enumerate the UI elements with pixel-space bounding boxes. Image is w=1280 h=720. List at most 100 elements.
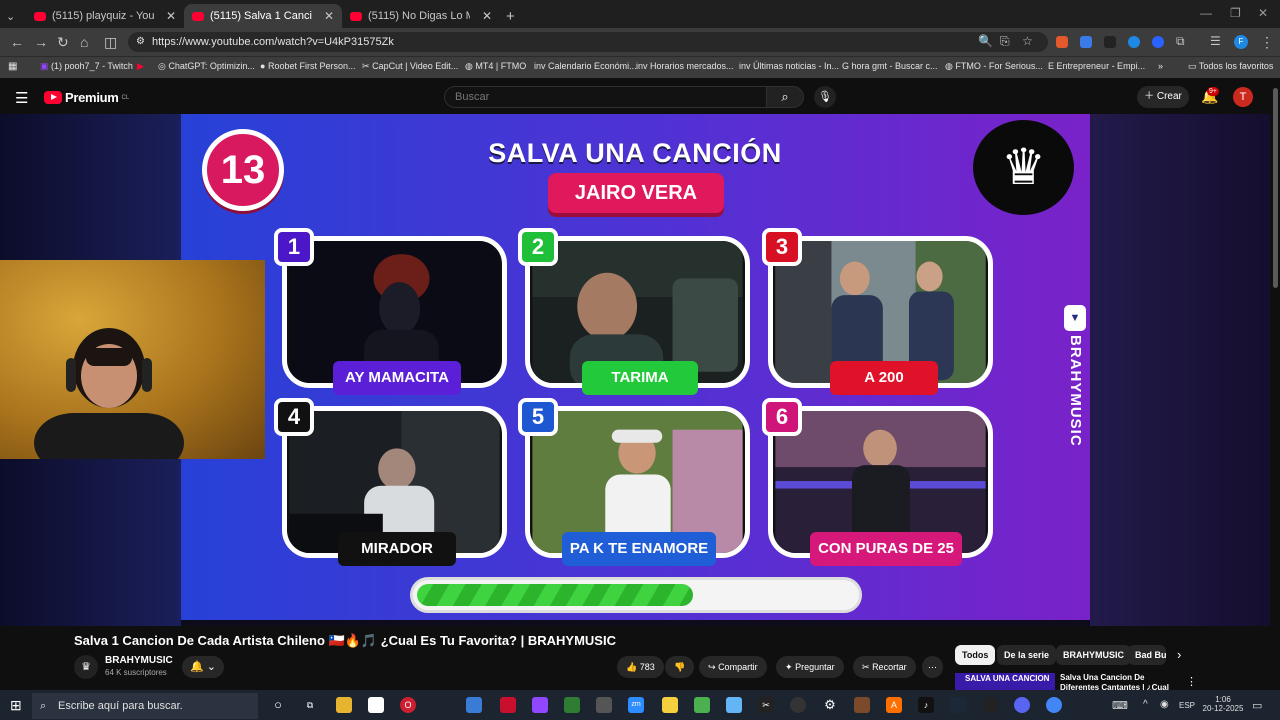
menu-kebab-icon[interactable]: ⋮ bbox=[1260, 34, 1274, 51]
extensions-puzzle-icon[interactable]: ⧉ bbox=[1176, 34, 1185, 49]
bookmark-item[interactable]: ◍ MT4 | FTMO bbox=[465, 61, 526, 72]
chevron-right-icon[interactable]: › bbox=[1177, 647, 1181, 662]
chrome-icon[interactable] bbox=[1046, 697, 1062, 713]
bookmark-item[interactable]: inv Horarios mercados... bbox=[636, 61, 734, 71]
translate-extension-icon[interactable] bbox=[1080, 36, 1092, 48]
close-tab-icon[interactable]: ✕ bbox=[166, 9, 176, 23]
voice-search-button[interactable]: 🎙 bbox=[814, 86, 836, 108]
zoom-app-icon[interactable]: zm bbox=[628, 697, 644, 713]
app-icon[interactable] bbox=[596, 697, 612, 713]
notepad-icon[interactable] bbox=[368, 697, 384, 713]
capcut-icon[interactable]: ✂ bbox=[758, 697, 774, 713]
app-icon[interactable] bbox=[726, 697, 742, 713]
minecraft-icon[interactable] bbox=[694, 697, 710, 713]
account-avatar[interactable]: T bbox=[1233, 87, 1253, 107]
maximize-icon[interactable]: ❐ bbox=[1230, 6, 1241, 20]
chip-de-la-serie[interactable]: De la serie bbox=[997, 645, 1057, 665]
youtube-premium-logo[interactable]: Premium CL bbox=[44, 90, 129, 105]
minimize-icon[interactable]: — bbox=[1200, 6, 1212, 20]
sticky-notes-icon[interactable] bbox=[662, 697, 678, 713]
more-vertical-icon[interactable]: ⋮ bbox=[1186, 675, 1197, 688]
search-button[interactable]: ⌕ bbox=[766, 86, 804, 108]
all-bookmarks-folder[interactable]: ▭ Todos los favoritos bbox=[1188, 61, 1273, 72]
install-icon[interactable]: ⎘ bbox=[1000, 34, 1010, 49]
ask-button[interactable]: ✦ Preguntar bbox=[776, 656, 844, 678]
twitch-icon[interactable] bbox=[532, 697, 548, 713]
tray-overflow-icon[interactable]: ^ bbox=[1143, 699, 1148, 710]
back-icon[interactable]: ← bbox=[10, 34, 24, 50]
bookmark-item[interactable]: ◍ FTMO - For Serious... bbox=[945, 61, 1043, 72]
input-language[interactable]: ESP bbox=[1179, 701, 1195, 710]
apps-grid-icon[interactable]: ▦ bbox=[8, 61, 17, 72]
search-input[interactable]: Buscar bbox=[444, 86, 766, 108]
tab-no-digas[interactable]: (5115) No Digas Lo Mismo Que Yo ✕ bbox=[342, 4, 500, 28]
file-explorer-icon[interactable] bbox=[336, 697, 352, 713]
split-view-icon[interactable]: ◫ bbox=[104, 34, 117, 51]
chip-brahymusic[interactable]: BRAHYMUSIC bbox=[1056, 645, 1132, 665]
more-actions-button[interactable]: ⋯ bbox=[922, 656, 943, 678]
reading-list-icon[interactable]: ☰ bbox=[1210, 34, 1221, 48]
scrollbar-thumb[interactable] bbox=[1273, 88, 1278, 288]
related-video-item[interactable]: SALVA UNA CANCION Salva Una Cancion De D… bbox=[955, 673, 1170, 690]
app-icon[interactable] bbox=[982, 697, 998, 713]
windows-start-icon[interactable]: ⊞ bbox=[10, 697, 22, 714]
chip-todos[interactable]: Todos bbox=[955, 645, 996, 665]
extension-icon[interactable] bbox=[1128, 36, 1140, 48]
discord-icon[interactable] bbox=[1014, 697, 1030, 713]
like-button[interactable]: 👍 783 bbox=[617, 656, 664, 678]
keyboard-icon[interactable]: ⌨ bbox=[1112, 699, 1128, 712]
opera-icon[interactable]: O bbox=[400, 697, 416, 713]
app-icon[interactable] bbox=[854, 697, 870, 713]
zoom-icon[interactable]: 🔍 bbox=[978, 34, 993, 48]
extension-icon[interactable] bbox=[1152, 36, 1164, 48]
create-button[interactable]: ＋ Crear bbox=[1137, 86, 1189, 108]
channel-avatar[interactable]: ♛ bbox=[74, 655, 98, 679]
copilot-icon[interactable] bbox=[466, 697, 482, 713]
settings-gear-icon[interactable]: ⚙ bbox=[822, 697, 838, 713]
extension-icon[interactable] bbox=[1056, 36, 1068, 48]
bookmark-item[interactable]: ▶ bbox=[137, 61, 144, 72]
home-icon[interactable]: ⌂ bbox=[80, 34, 88, 50]
bookmark-item[interactable]: inv Últimas noticias - In... bbox=[739, 61, 839, 71]
bookmark-item[interactable]: G hora gmt - Buscar c... bbox=[842, 61, 938, 71]
bookmark-item[interactable]: ✂ CapCut | Video Edit... bbox=[362, 61, 458, 72]
tab-playquiz[interactable]: (5115) playquiz - YouTube ✕ bbox=[26, 4, 184, 28]
close-tab-icon[interactable]: ✕ bbox=[482, 9, 492, 23]
app-icon[interactable] bbox=[790, 697, 806, 713]
dislike-button[interactable]: 👎 bbox=[665, 656, 695, 678]
clip-button[interactable]: ✂ Recortar bbox=[853, 656, 916, 678]
extension-icon[interactable] bbox=[1104, 36, 1116, 48]
hamburger-menu-icon[interactable]: ☰ bbox=[15, 89, 28, 107]
network-icon[interactable]: ◉ bbox=[1160, 699, 1169, 710]
forward-icon[interactable]: → bbox=[34, 34, 48, 50]
cortana-icon[interactable]: ○ bbox=[270, 697, 286, 713]
clock[interactable]: 1:06 20-12-2025 bbox=[1200, 695, 1246, 713]
new-tab-button[interactable]: + bbox=[502, 4, 524, 28]
chip-bad-bunny[interactable]: Bad Bu bbox=[1128, 645, 1166, 665]
bookmark-item[interactable]: ◎ ChatGPT: Optimizin... bbox=[158, 61, 255, 72]
close-window-icon[interactable]: ✕ bbox=[1258, 6, 1268, 20]
profile-avatar[interactable]: F bbox=[1234, 35, 1248, 49]
bookmark-item[interactable]: E Entrepreneur - Empi... bbox=[1048, 61, 1145, 71]
taskbar-search-input[interactable]: ⌕ Escribe aquí para buscar. bbox=[32, 693, 258, 719]
task-view-icon[interactable]: ⧉ bbox=[302, 697, 318, 713]
app-icon[interactable]: A bbox=[886, 697, 902, 713]
page-scrollbar[interactable] bbox=[1271, 80, 1280, 690]
bookmark-star-icon[interactable]: ☆ bbox=[1022, 34, 1033, 48]
channel-name[interactable]: BRAHYMUSIC bbox=[105, 655, 173, 666]
close-tab-icon[interactable]: ✕ bbox=[324, 9, 334, 23]
app-icon[interactable] bbox=[500, 697, 516, 713]
tiktok-icon[interactable]: ♪ bbox=[918, 697, 934, 713]
site-info-icon[interactable]: ⚙ bbox=[136, 32, 145, 52]
subscription-bell-button[interactable]: 🔔 ⌄ bbox=[182, 656, 224, 678]
bookmark-item[interactable]: inv Calendario Económi... bbox=[534, 61, 637, 71]
bookmarks-overflow-icon[interactable]: » bbox=[1158, 61, 1163, 71]
tab-current-video[interactable]: (5115) Salva 1 Cancion De Cada Artista C… bbox=[184, 4, 342, 28]
steam-icon[interactable] bbox=[950, 697, 966, 713]
share-button[interactable]: ↪ Compartir bbox=[699, 656, 767, 678]
bookmark-item[interactable]: ▣ (1) pooh7_7 - Twitch bbox=[40, 61, 133, 72]
tab-search-button[interactable]: ⌄ bbox=[0, 4, 24, 28]
notification-center-icon[interactable]: ▭ bbox=[1252, 699, 1262, 712]
bookmark-item[interactable]: ● Roobet First Person... bbox=[260, 61, 356, 71]
url-input[interactable]: ⚙ https://www.youtube.com/watch?v=U4kP31… bbox=[128, 32, 1048, 52]
